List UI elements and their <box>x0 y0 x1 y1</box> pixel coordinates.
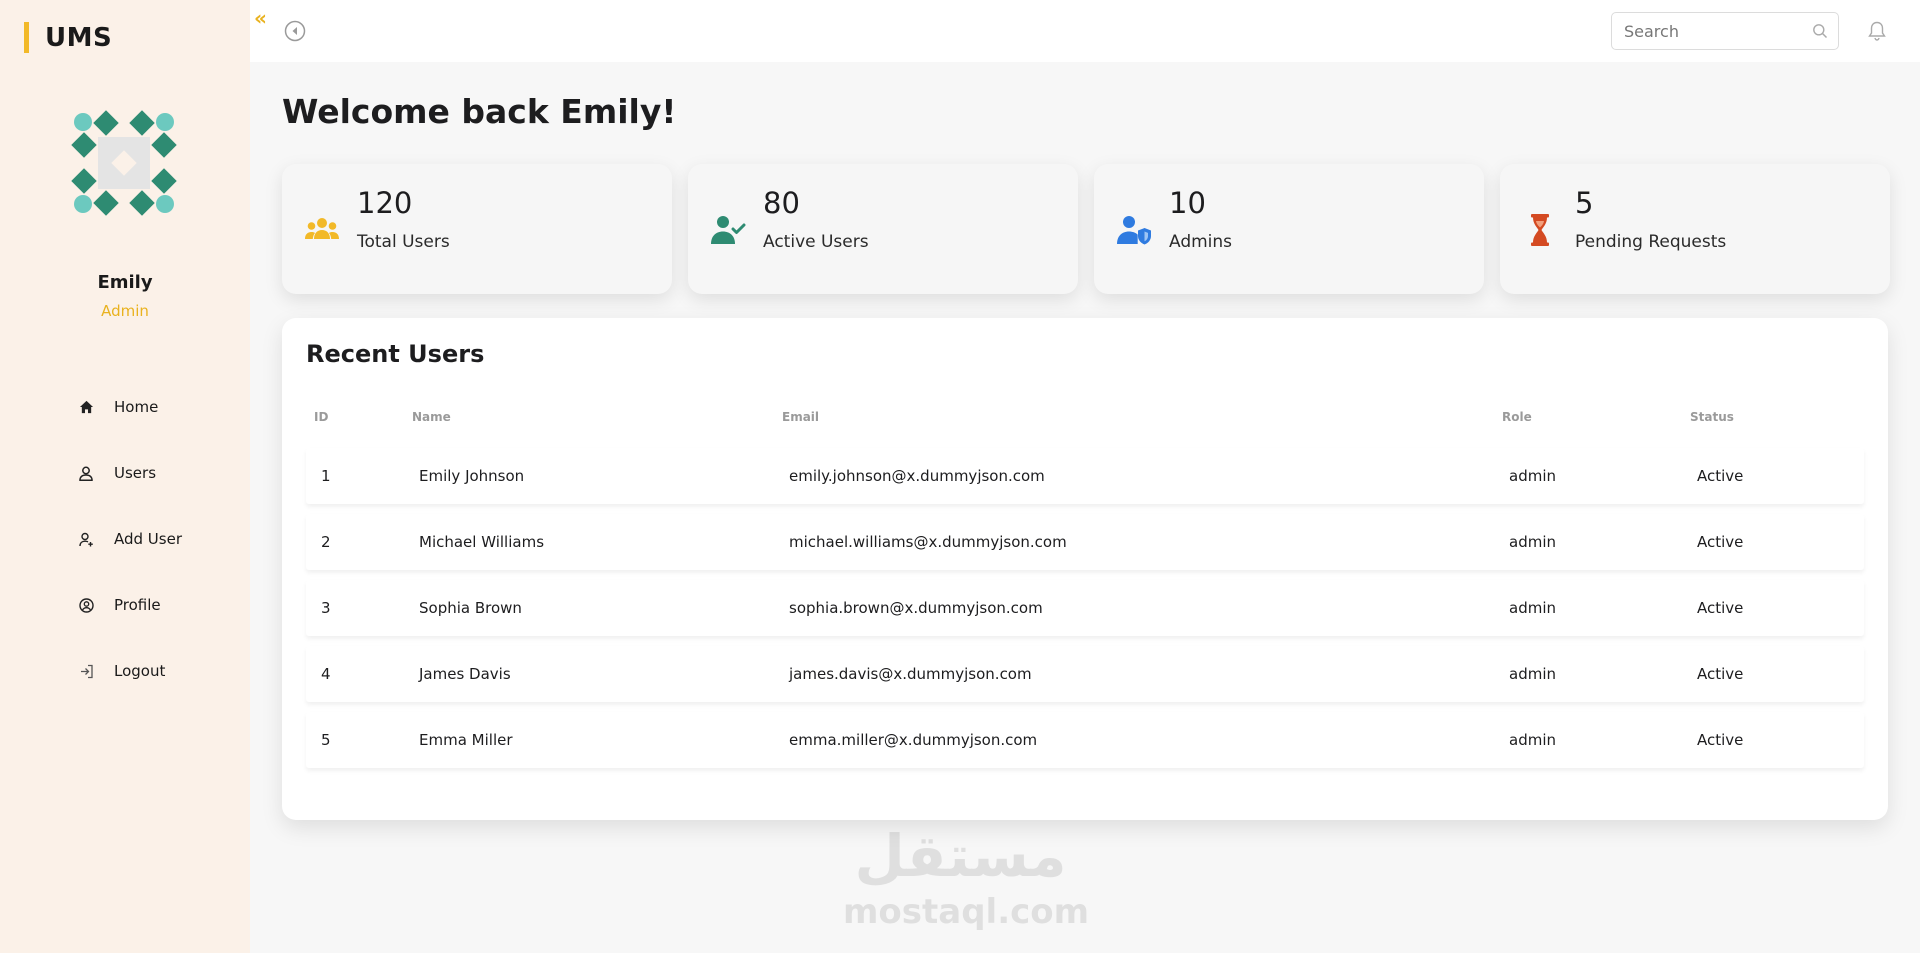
cell-email: james.davis@x.dummyjson.com <box>789 665 1032 683</box>
cell-id: 2 <box>321 533 331 551</box>
user-shield-icon <box>1117 216 1151 245</box>
column-header-id: ID <box>314 410 329 424</box>
stat-label: Pending Requests <box>1575 232 1727 252</box>
cell-status: Active <box>1697 731 1744 749</box>
table-row[interactable]: 3 Sophia Brown sophia.brown@x.dummyjson.… <box>306 580 1864 636</box>
watermark-latin-text: mostaql.com <box>843 892 1090 932</box>
cell-email: sophia.brown@x.dummyjson.com <box>789 599 1043 617</box>
sidebar: UMS Emily Admin Home Users Add User Prof… <box>0 0 250 953</box>
sidebar-item-users[interactable]: Users <box>0 440 250 506</box>
cell-email: emma.miller@x.dummyjson.com <box>789 731 1038 749</box>
column-header-status: Status <box>1690 410 1734 424</box>
bell-icon[interactable] <box>1866 20 1888 42</box>
sidebar-item-profile[interactable]: Profile <box>0 572 250 638</box>
sidebar-item-label: Home <box>114 398 159 416</box>
stat-label: Active Users <box>763 232 869 252</box>
stat-card-total-users: 120 Total Users <box>282 164 672 294</box>
table-header: ID Name Email Role Status <box>306 410 1864 430</box>
sidebar-item-label: Logout <box>114 662 166 680</box>
stat-value: 120 <box>357 186 413 220</box>
collapse-sidebar-icon[interactable]: « <box>254 6 267 30</box>
cell-name: Michael Williams <box>419 533 545 551</box>
home-icon <box>78 399 94 415</box>
sidebar-item-logout[interactable]: Logout <box>0 638 250 704</box>
profile-icon <box>78 597 94 613</box>
column-header-name: Name <box>412 410 451 424</box>
table-row[interactable]: 5 Emma Miller emma.miller@x.dummyjson.co… <box>306 712 1864 768</box>
sidebar-nav: Home Users Add User Profile Logout <box>0 374 250 704</box>
table-row[interactable]: 4 James Davis james.davis@x.dummyjson.co… <box>306 646 1864 702</box>
panel-title: Recent Users <box>306 340 485 368</box>
cell-role: admin <box>1509 467 1556 485</box>
user-icon <box>78 465 94 481</box>
cell-id: 5 <box>321 731 331 749</box>
search-input[interactable] <box>1624 21 1812 41</box>
cell-status: Active <box>1697 467 1744 485</box>
cell-status: Active <box>1697 533 1744 551</box>
stat-card-pending-requests: 5 Pending Requests <box>1500 164 1890 294</box>
cell-role: admin <box>1509 599 1556 617</box>
back-circle-icon[interactable] <box>284 20 306 42</box>
cell-role: admin <box>1509 731 1556 749</box>
brand-name: UMS <box>45 22 113 53</box>
recent-users-panel: Recent Users ID Name Email Role Status 1… <box>282 318 1888 820</box>
sidebar-item-label: Add User <box>114 530 182 548</box>
sidebar-item-label: Profile <box>114 596 161 614</box>
hourglass-icon <box>1531 214 1549 246</box>
add-user-icon <box>78 531 94 547</box>
cell-name: James Davis <box>419 665 511 683</box>
brand: UMS <box>24 22 112 53</box>
cell-id: 4 <box>321 665 331 683</box>
page-title: Welcome back Emily! <box>282 92 677 131</box>
stat-card-admins: 10 Admins <box>1094 164 1484 294</box>
stat-value: 5 <box>1575 186 1594 220</box>
sidebar-item-add-user[interactable]: Add User <box>0 506 250 572</box>
cell-name: Sophia Brown <box>419 599 522 617</box>
column-header-email: Email <box>782 410 820 424</box>
sidebar-item-home[interactable]: Home <box>0 374 250 440</box>
sidebar-item-label: Users <box>114 464 157 482</box>
cell-status: Active <box>1697 599 1744 617</box>
users-group-icon <box>305 218 339 239</box>
stats-cards: 120 Total Users 80 Active Users 10 Admin… <box>282 164 1890 294</box>
search-icon[interactable] <box>1812 23 1828 39</box>
cell-name: Emily Johnson <box>419 467 525 485</box>
cell-id: 1 <box>321 467 331 485</box>
table-row[interactable]: 2 Michael Williams michael.williams@x.du… <box>306 514 1864 570</box>
cell-id: 3 <box>321 599 331 617</box>
user-name: Emily <box>97 272 153 293</box>
brand-accent-bar <box>24 22 29 53</box>
logout-icon <box>78 663 94 679</box>
cell-status: Active <box>1697 665 1744 683</box>
watermark: مستقل mostaql.com <box>843 822 1090 937</box>
top-bar <box>250 0 1920 62</box>
stat-card-active-users: 80 Active Users <box>688 164 1078 294</box>
cell-role: admin <box>1509 533 1556 551</box>
user-role: Admin <box>101 302 149 320</box>
stat-label: Total Users <box>357 232 450 252</box>
user-check-icon <box>711 216 746 244</box>
search-box[interactable] <box>1611 12 1839 50</box>
table-row[interactable]: 1 Emily Johnson emily.johnson@x.dummyjso… <box>306 448 1864 504</box>
stat-value: 10 <box>1169 186 1206 220</box>
cell-name: Emma Miller <box>419 731 513 749</box>
stat-label: Admins <box>1169 232 1233 252</box>
stat-value: 80 <box>763 186 800 220</box>
cell-email: emily.johnson@x.dummyjson.com <box>789 467 1045 485</box>
column-header-role: Role <box>1502 410 1532 424</box>
cell-email: michael.williams@x.dummyjson.com <box>789 533 1067 551</box>
avatar <box>71 110 177 216</box>
cell-role: admin <box>1509 665 1556 683</box>
watermark-arabic-text: مستقل <box>854 822 1067 890</box>
